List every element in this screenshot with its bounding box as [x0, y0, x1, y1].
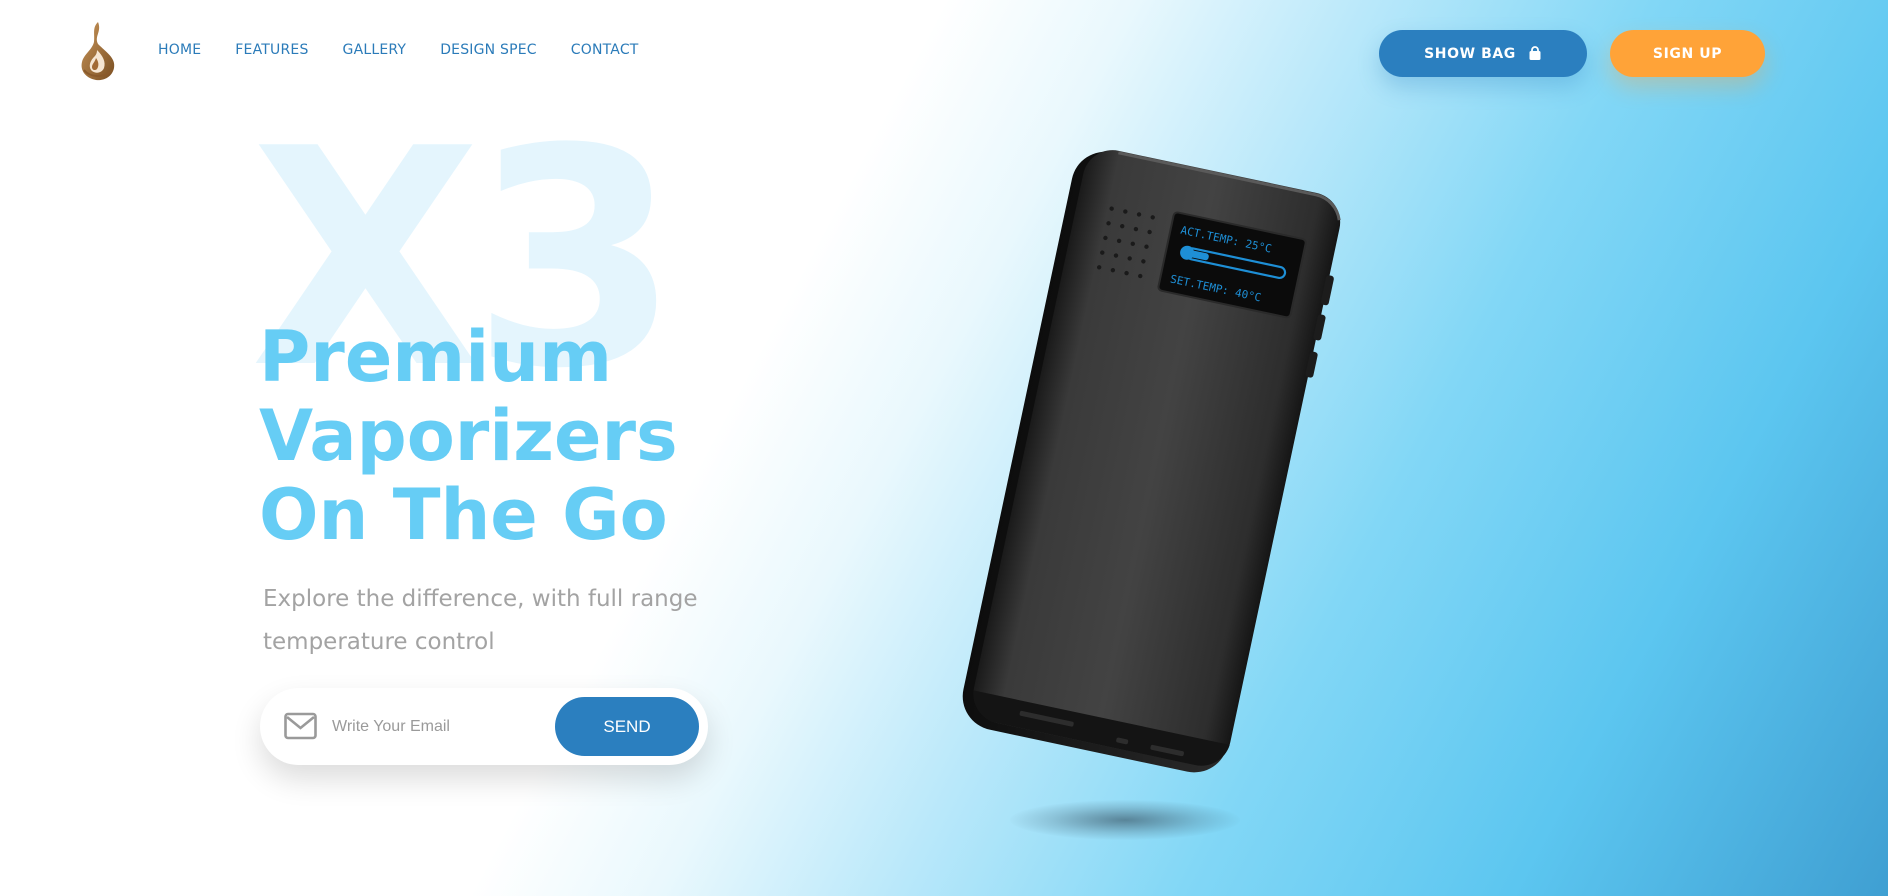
nav-features[interactable]: FEATURES: [235, 42, 308, 58]
nav-contact[interactable]: CONTACT: [571, 42, 639, 58]
headline-line-2: Vaporizers: [259, 395, 678, 477]
vaporizer-device-image: ACT.TEMP: 25°C SET.TEMP: 40°C: [962, 150, 1341, 773]
product-image: ACT.TEMP: 25°C SET.TEMP: 40°C: [900, 140, 1380, 880]
email-signup-form: SEND: [260, 688, 708, 765]
show-bag-button[interactable]: SHOW BAG: [1379, 30, 1587, 77]
hero-subtext: Explore the difference, with full range …: [263, 586, 698, 655]
envelope-icon: [284, 712, 317, 740]
sign-up-button[interactable]: SIGN UP: [1610, 30, 1765, 77]
hero-headline: Premium Vaporizers On The Go: [259, 318, 779, 555]
page: HOME FEATURES GALLERY DESIGN SPEC CONTAC…: [0, 0, 1888, 896]
send-button[interactable]: SEND: [555, 697, 699, 756]
shopping-bag-icon: [1529, 46, 1541, 60]
headline-line-1: Premium: [259, 316, 613, 398]
show-bag-label: SHOW BAG: [1424, 45, 1516, 62]
headline-line-3: On The Go: [259, 474, 668, 556]
nav-gallery[interactable]: GALLERY: [343, 42, 407, 58]
device-shadow: [1010, 800, 1240, 840]
brand-logo-icon[interactable]: [76, 20, 120, 82]
email-input[interactable]: [330, 708, 544, 746]
main-nav: HOME FEATURES GALLERY DESIGN SPEC CONTAC…: [158, 42, 673, 58]
nav-design-spec[interactable]: DESIGN SPEC: [440, 42, 537, 58]
nav-home[interactable]: HOME: [158, 42, 201, 58]
